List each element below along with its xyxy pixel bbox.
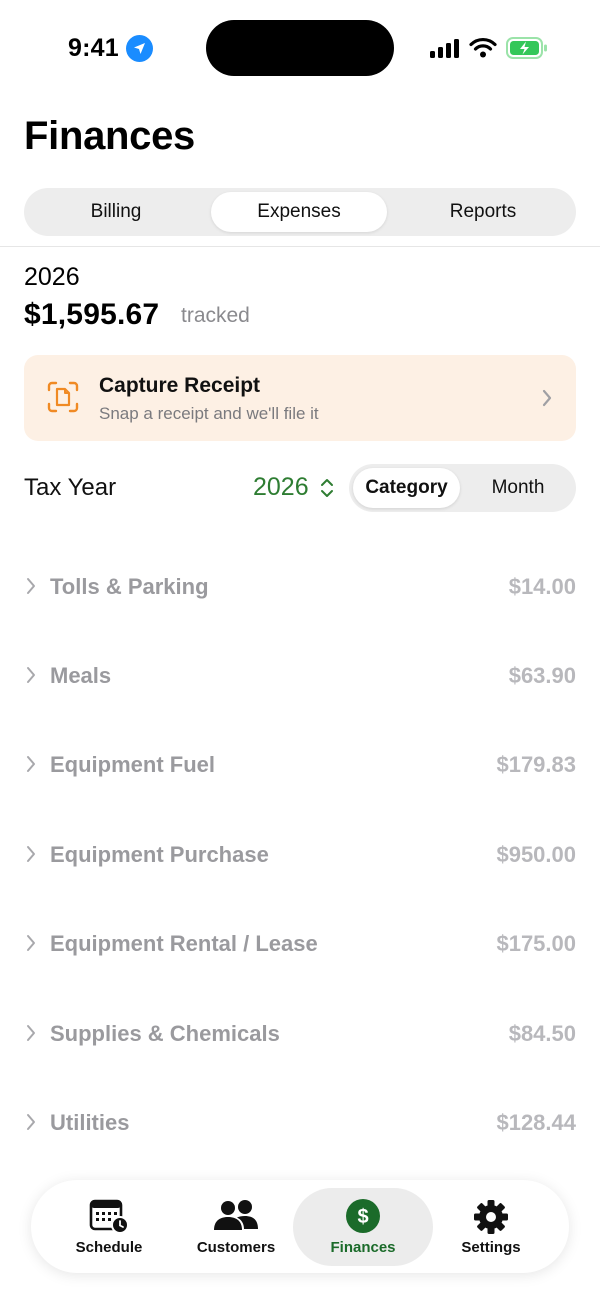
- tabbar-schedule[interactable]: Schedule: [39, 1188, 179, 1266]
- summary-amount-suffix: tracked: [181, 304, 250, 327]
- expense-row[interactable]: Tolls & Parking $14.00: [0, 557, 600, 617]
- expense-amount: $128.44: [496, 1110, 576, 1135]
- tab-reports[interactable]: Reports: [395, 192, 571, 232]
- tax-year-label: Tax Year: [24, 474, 117, 501]
- tax-year-picker[interactable]: 2026: [253, 473, 309, 502]
- wifi-icon: [469, 37, 497, 63]
- chevron-right-icon: [26, 577, 36, 600]
- expense-row[interactable]: Utilities $128.44: [0, 1093, 600, 1153]
- tabbar-finances[interactable]: $ Finances: [293, 1188, 433, 1266]
- expense-row[interactable]: Supplies & Chemicals $84.50: [0, 1004, 600, 1064]
- svg-text:$: $: [357, 1206, 368, 1228]
- expense-amount: $950.00: [496, 842, 576, 867]
- expense-category: Equipment Purchase: [50, 842, 269, 867]
- tabbar-label: Settings: [461, 1239, 521, 1256]
- tabbar-customers[interactable]: Customers: [166, 1188, 306, 1266]
- toggle-category[interactable]: Category: [353, 468, 460, 508]
- expense-row[interactable]: Equipment Rental / Lease $175.00: [0, 914, 600, 974]
- expense-amount: $179.83: [496, 752, 576, 777]
- summary-year: 2026: [24, 263, 80, 291]
- status-time: 9:41: [68, 34, 119, 62]
- expense-row[interactable]: Equipment Fuel $179.83: [0, 735, 600, 795]
- page-title: Finances: [24, 114, 195, 158]
- tabbar-settings[interactable]: Settings: [421, 1188, 561, 1266]
- status-bar: 9:41: [0, 0, 600, 96]
- chevron-right-icon: [26, 666, 36, 689]
- chevron-right-icon: [26, 755, 36, 778]
- dollar-circle-icon: $: [345, 1198, 381, 1239]
- group-by-toggle: Category Month: [349, 464, 576, 512]
- expense-amount: $175.00: [496, 931, 576, 956]
- location-arrow-icon: [126, 35, 153, 62]
- chevron-right-icon: [541, 388, 553, 413]
- toggle-month[interactable]: Month: [464, 468, 572, 508]
- bottom-tab-bar: Schedule Customers $ Finances Settings: [31, 1180, 569, 1273]
- expense-category: Utilities: [50, 1110, 130, 1135]
- gear-icon: [472, 1198, 510, 1241]
- summary-amount: $1,595.67: [24, 298, 160, 331]
- tabbar-label: Customers: [196, 1239, 276, 1256]
- cellular-signal-icon: [430, 38, 460, 63]
- battery-charging-icon: [506, 37, 548, 64]
- receipt-scan-icon: [46, 380, 80, 419]
- expense-category: Tolls & Parking: [50, 574, 209, 599]
- tabbar-label: Schedule: [75, 1239, 143, 1256]
- expense-amount: $14.00: [508, 574, 576, 599]
- capture-receipt-card[interactable]: Capture Receipt Snap a receipt and we'll…: [24, 355, 576, 441]
- tabbar-label: Finances: [330, 1239, 396, 1256]
- capture-receipt-subtitle: Snap a receipt and we'll file it: [99, 404, 319, 423]
- expense-category: Meals: [50, 663, 112, 688]
- chevron-up-down-icon[interactable]: [318, 477, 336, 504]
- expense-category: Supplies & Chemicals: [50, 1021, 280, 1046]
- tab-billing[interactable]: Billing: [28, 192, 204, 232]
- expense-row[interactable]: Equipment Purchase $950.00: [0, 825, 600, 885]
- finance-tabs: Billing Expenses Reports: [24, 188, 576, 236]
- chevron-right-icon: [26, 934, 36, 957]
- chevron-right-icon: [26, 1113, 36, 1136]
- dynamic-island: [206, 20, 394, 76]
- expense-category: Equipment Fuel: [50, 752, 215, 777]
- expense-amount: $84.50: [508, 1021, 576, 1046]
- expense-amount: $63.90: [508, 663, 576, 688]
- people-icon: [212, 1198, 260, 1239]
- tab-expenses[interactable]: Expenses: [211, 192, 387, 232]
- expense-category: Equipment Rental / Lease: [50, 931, 318, 956]
- chevron-right-icon: [26, 1024, 36, 1047]
- chevron-right-icon: [26, 845, 36, 868]
- header-divider: [0, 246, 600, 247]
- calendar-clock-icon: [87, 1198, 131, 1239]
- capture-receipt-title: Capture Receipt: [99, 374, 261, 397]
- expense-row[interactable]: Meals $63.90: [0, 646, 600, 706]
